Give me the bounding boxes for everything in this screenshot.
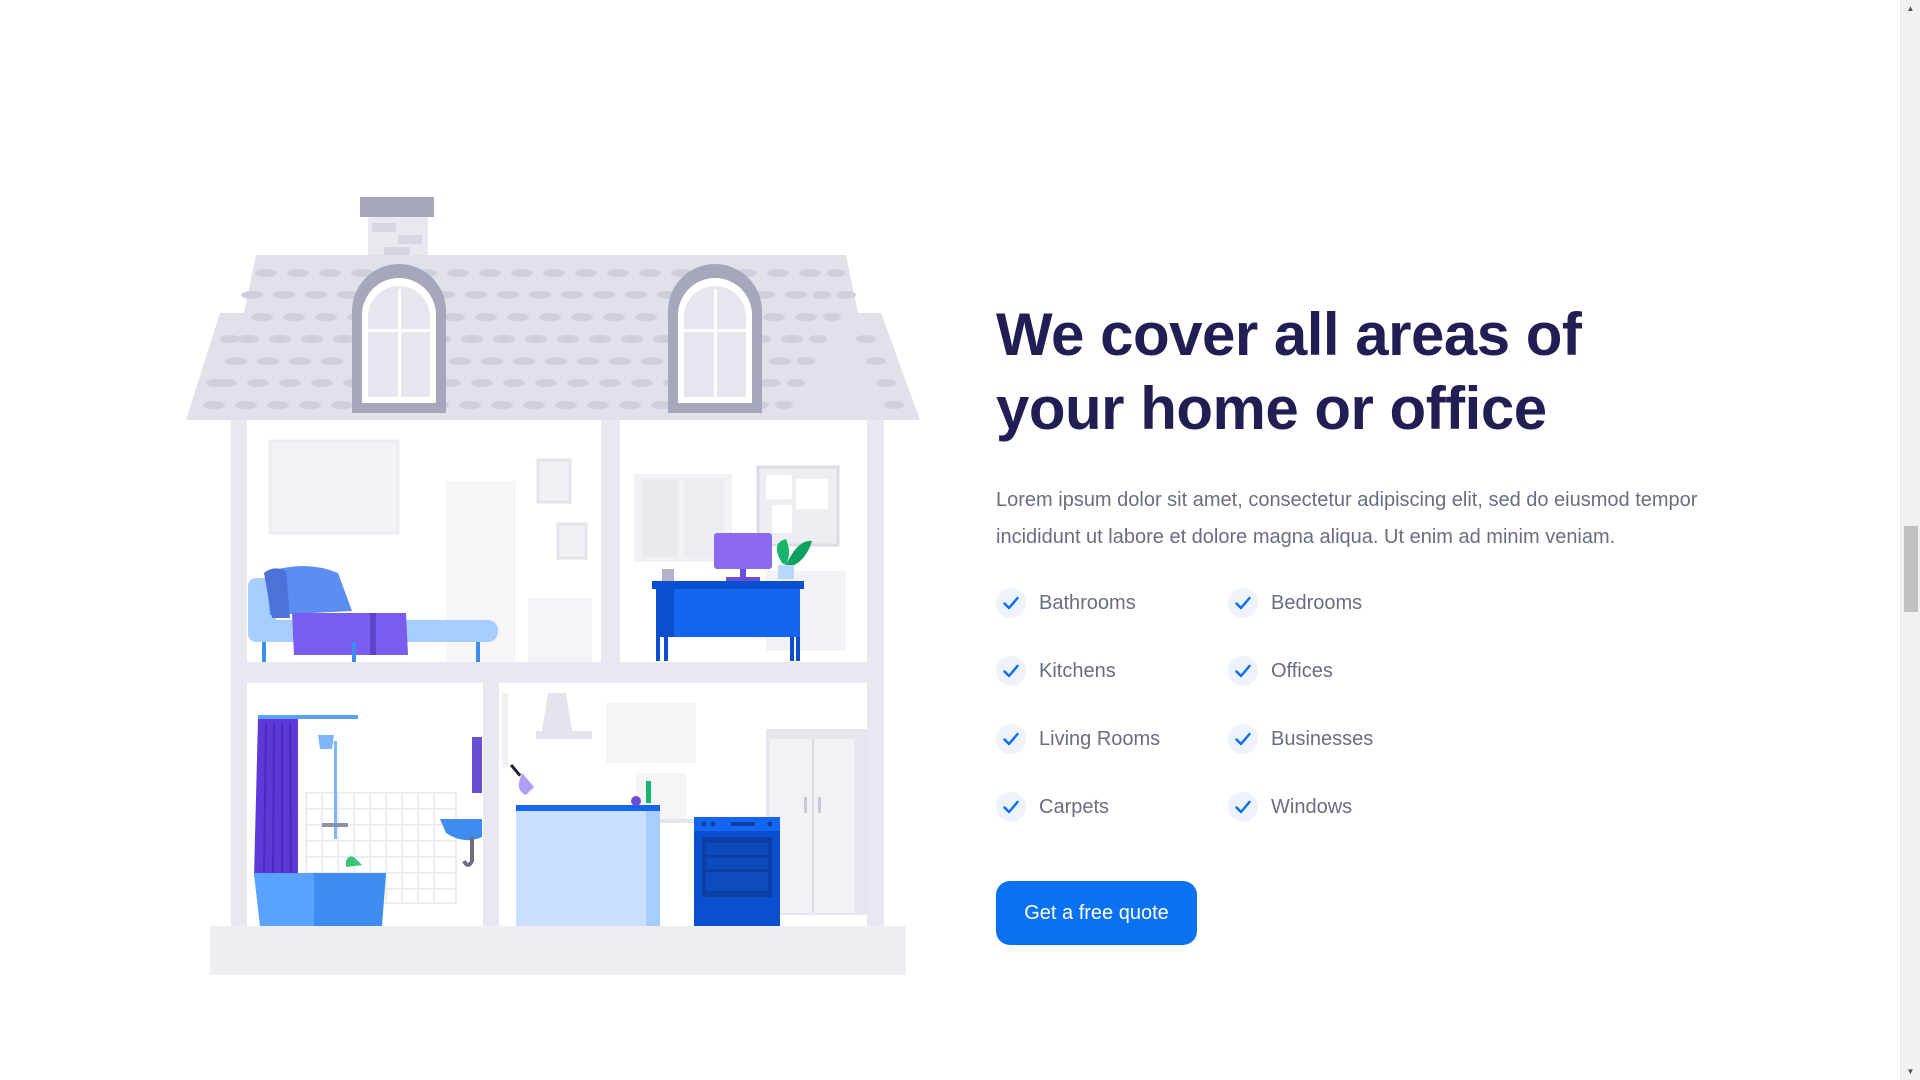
checkmark-icon (1228, 656, 1258, 686)
feature-item: Offices (1228, 656, 1468, 686)
page: We cover all areas of your home or offic… (0, 0, 1920, 1080)
feature-item: Bathrooms (996, 588, 1228, 618)
feature-list: Bathrooms Bedrooms Kitchens Offices Livi… (996, 588, 1468, 822)
checkmark-icon (996, 792, 1026, 822)
scroll-down-arrow-icon[interactable]: ▼ (1901, 1063, 1920, 1080)
feature-item: Carpets (996, 792, 1228, 822)
feature-label: Carpets (1039, 796, 1110, 818)
feature-label: Windows (1271, 796, 1353, 818)
feature-label: Living Rooms (1039, 728, 1161, 750)
checkmark-icon (996, 724, 1026, 754)
house-illustration (186, 193, 920, 975)
feature-label: Bathrooms (1039, 592, 1136, 614)
feature-item: Kitchens (996, 656, 1228, 686)
feature-label: Offices (1271, 660, 1333, 682)
section-description: Lorem ipsum dolor sit amet, consectetur … (996, 489, 1698, 548)
content-column: We cover all areas of your home or offic… (996, 298, 1716, 822)
checkmark-icon (1228, 724, 1258, 754)
feature-label: Businesses (1271, 728, 1374, 750)
section-heading: We cover all areas of your home or offic… (996, 301, 1582, 442)
vertical-scrollbar[interactable]: ▲ ▼ (1900, 0, 1920, 1080)
checkmark-icon (996, 588, 1026, 618)
scrollbar-thumb[interactable] (1904, 526, 1918, 612)
checkmark-icon (1228, 792, 1258, 822)
feature-item: Windows (1228, 792, 1468, 822)
feature-label: Kitchens (1039, 660, 1116, 682)
feature-item: Businesses (1228, 724, 1468, 754)
get-free-quote-button[interactable]: Get a free quote (996, 881, 1197, 945)
feature-label: Bedrooms (1271, 592, 1363, 614)
checkmark-icon (996, 656, 1026, 686)
feature-item: Living Rooms (996, 724, 1228, 754)
checkmark-icon (1228, 588, 1258, 618)
feature-item: Bedrooms (1228, 588, 1468, 618)
scroll-up-arrow-icon[interactable]: ▲ (1901, 0, 1920, 17)
